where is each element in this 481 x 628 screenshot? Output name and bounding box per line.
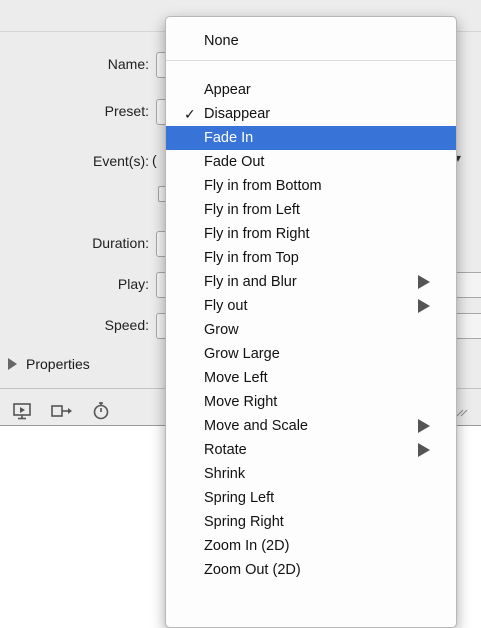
menu-item-shrink[interactable]: Shrink xyxy=(166,462,456,486)
menu-item-label: Fly in from Top xyxy=(204,250,299,266)
menu-item-fly-in-from-left[interactable]: Fly in from Left xyxy=(166,198,456,222)
menu-item-appear[interactable]: Appear xyxy=(166,78,456,102)
menu-item-move-and-scale[interactable]: Move and Scale xyxy=(166,414,456,438)
menu-item-fly-in-from-top[interactable]: Fly in from Top xyxy=(166,246,456,270)
panel-toolbar xyxy=(12,401,110,421)
menu-item-label: Appear xyxy=(204,82,251,98)
menu-item-label: Grow Large xyxy=(204,346,280,362)
menu-item-disappear[interactable]: ✓ Disappear xyxy=(166,102,456,126)
menu-item-spring-left[interactable]: Spring Left xyxy=(166,486,456,510)
submenu-arrow-icon xyxy=(418,443,430,457)
menu-item-label: Fly in from Right xyxy=(204,226,310,242)
menu-item-label: Zoom In (2D) xyxy=(204,538,290,554)
menu-separator xyxy=(166,60,456,61)
menu-item-move-left[interactable]: Move Left xyxy=(166,366,456,390)
menu-item-label: Fly in and Blur xyxy=(204,274,297,290)
menu-item-label: Shrink xyxy=(204,466,246,482)
menu-item-label: Fade In xyxy=(204,130,254,146)
submenu-arrow-icon xyxy=(418,299,430,313)
menu-item-fly-in-from-right[interactable]: Fly in from Right xyxy=(166,222,456,246)
properties-label: Properties xyxy=(26,356,90,372)
menu-item-zoom-out-2d[interactable]: Zoom Out (2D) xyxy=(166,558,456,582)
events-label: Event(s): xyxy=(92,153,149,169)
menu-item-none[interactable]: None xyxy=(166,29,456,53)
menu-item-label: Fade Out xyxy=(204,154,265,170)
preset-dropdown-menu: None Appear ✓ Disappear Fade In Fade Out… xyxy=(165,16,457,628)
menu-item-fly-out[interactable]: Fly out xyxy=(166,294,456,318)
preview-icon[interactable] xyxy=(12,402,32,420)
disclosure-triangle-icon[interactable] xyxy=(8,358,17,370)
menu-item-spring-right[interactable]: Spring Right xyxy=(166,510,456,534)
play-control-right[interactable] xyxy=(455,272,481,298)
menu-item-grow-large[interactable]: Grow Large xyxy=(166,342,456,366)
preset-label: Preset: xyxy=(104,103,149,119)
menu-item-rotate[interactable]: Rotate xyxy=(166,438,456,462)
speed-control-right[interactable] xyxy=(455,313,481,339)
menu-item-label: Rotate xyxy=(204,442,247,458)
events-value-stub: ( xyxy=(152,152,157,168)
timer-icon[interactable] xyxy=(92,401,110,421)
menu-item-label: Fly out xyxy=(204,298,248,314)
menu-item-label: Move Right xyxy=(204,394,278,410)
menu-item-zoom-in-2d[interactable]: Zoom In (2D) xyxy=(166,534,456,558)
menu-item-label: Spring Right xyxy=(204,514,284,530)
speed-label: Speed: xyxy=(104,317,149,333)
menu-item-fade-out[interactable]: Fade Out xyxy=(166,150,456,174)
menu-item-fly-in-from-bottom[interactable]: Fly in from Bottom xyxy=(166,174,456,198)
checkmark-icon: ✓ xyxy=(184,106,196,122)
menu-item-label: Grow xyxy=(204,322,239,338)
menu-item-label: Fly in from Bottom xyxy=(204,178,322,194)
menu-item-label: Fly in from Left xyxy=(204,202,300,218)
resize-grip-icon[interactable] xyxy=(455,405,471,423)
menu-item-fade-in[interactable]: Fade In xyxy=(166,126,456,150)
menu-item-label: None xyxy=(204,33,239,49)
menu-item-label: Spring Left xyxy=(204,490,275,506)
menu-item-fly-in-and-blur[interactable]: Fly in and Blur xyxy=(166,270,456,294)
menu-item-label: Move and Scale xyxy=(204,418,308,434)
menu-item-move-right[interactable]: Move Right xyxy=(166,390,456,414)
export-icon[interactable] xyxy=(50,402,74,420)
submenu-arrow-icon xyxy=(418,275,430,289)
menu-item-grow[interactable]: Grow xyxy=(166,318,456,342)
duration-label: Duration: xyxy=(92,235,149,251)
name-label: Name: xyxy=(107,56,149,72)
menu-item-label: Zoom Out (2D) xyxy=(204,562,301,578)
menu-item-label: Disappear xyxy=(204,106,271,122)
submenu-arrow-icon xyxy=(418,419,430,433)
menu-item-label: Move Left xyxy=(204,370,268,386)
properties-disclosure[interactable]: Properties xyxy=(8,356,90,372)
play-label: Play: xyxy=(117,276,149,292)
